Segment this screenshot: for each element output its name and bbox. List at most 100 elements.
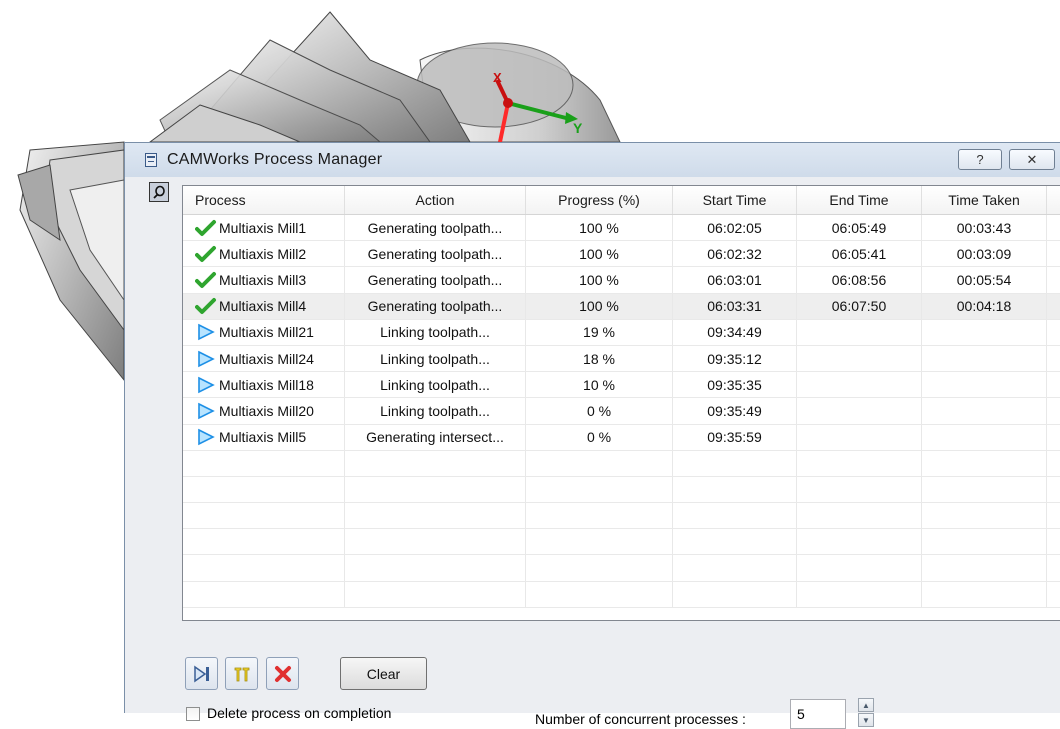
cell-filler (1047, 320, 1060, 345)
cell-progress: 18 % (526, 345, 673, 372)
empty-cell (183, 529, 345, 555)
concurrent-processes-label: Number of concurrent processes : (535, 711, 746, 727)
empty-row (183, 555, 1060, 582)
process-name: Multiaxis Mill3 (219, 271, 307, 288)
check-icon (195, 271, 216, 288)
cell-filler (1047, 215, 1060, 240)
cell-end-time (797, 398, 922, 424)
chevron-up-icon: ▲ (862, 700, 870, 710)
empty-cell (673, 450, 797, 476)
empty-cell (1047, 582, 1060, 607)
cell-start-time: 06:03:31 (673, 293, 797, 319)
cell-time-taken (922, 398, 1047, 424)
cell-progress: 10 % (526, 372, 673, 398)
clear-button[interactable]: Clear (340, 657, 427, 690)
title-bar[interactable]: CAMWorks Process Manager ? ✕ (125, 143, 1060, 177)
concurrent-processes-input[interactable] (790, 699, 846, 729)
close-button[interactable]: ✕ (1009, 149, 1055, 170)
table-row[interactable]: Multiaxis Mill5 Generating intersect... 0 … (183, 424, 1060, 451)
cell-progress: 0 % (526, 424, 673, 450)
cell-progress: 19 % (526, 319, 673, 345)
column-header-end-time[interactable]: End Time (797, 186, 922, 214)
table-row[interactable]: Multiaxis Mill1 Generating toolpath... 100… (183, 215, 1060, 242)
check-icon (195, 298, 216, 315)
table-row[interactable]: Multiaxis Mill2 Generating toolpath... 100… (183, 241, 1060, 268)
column-header-start-time[interactable]: Start Time (673, 186, 797, 214)
delete-on-completion-checkbox[interactable] (186, 707, 200, 721)
empty-cell (673, 555, 797, 581)
process-name: Multiaxis Mill18 (219, 376, 314, 393)
running-play-icon (198, 324, 215, 341)
column-header-process[interactable]: Process (183, 186, 345, 214)
cell-filler (1047, 241, 1060, 266)
empty-cell (526, 476, 673, 503)
cell-end-time (797, 345, 922, 372)
cell-start-time: 09:35:49 (673, 398, 797, 424)
empty-cell (922, 555, 1047, 581)
table-row[interactable]: Multiaxis Mill24 Linking toolpath... 18 % 0… (183, 345, 1060, 373)
column-header-filler (1047, 186, 1060, 214)
running-play-icon (198, 350, 215, 367)
app-window-icon[interactable] (145, 153, 157, 167)
empty-cell (922, 476, 1047, 503)
empty-cell (673, 581, 797, 607)
cell-filler (1047, 294, 1060, 319)
cell-process: Multiaxis Mill3 (183, 267, 345, 293)
empty-row (183, 450, 1060, 477)
cell-action: Linking toolpath... (345, 398, 526, 424)
empty-cell (797, 581, 922, 607)
pause-icon (234, 667, 249, 681)
stop-icon (274, 665, 291, 682)
spin-down-button[interactable]: ▼ (858, 713, 874, 727)
empty-cell (526, 529, 673, 555)
empty-cell (526, 503, 673, 529)
stop-button[interactable] (266, 657, 299, 690)
dialog-client-area: Process Action Progress (%) Start Time E… (125, 177, 1060, 729)
axis-label-y: Y (573, 120, 583, 136)
table-row[interactable]: Multiaxis Mill3 Generating toolpath... 100… (183, 267, 1060, 294)
empty-cell (922, 450, 1047, 476)
process-name: Multiaxis Mill1 (219, 219, 307, 236)
cell-time-taken (922, 372, 1047, 398)
cell-process: Multiaxis Mill24 (183, 345, 345, 372)
spin-up-button[interactable]: ▲ (858, 698, 874, 712)
chevron-down-icon: ▼ (862, 715, 870, 725)
process-list[interactable]: Process Action Progress (%) Start Time E… (182, 185, 1060, 621)
empty-cell (797, 529, 922, 555)
pin-button[interactable] (149, 182, 169, 202)
running-play-icon (198, 402, 215, 420)
cell-time-taken: 00:04:18 (922, 293, 1047, 319)
cell-filler (1047, 267, 1060, 292)
empty-cell (797, 476, 922, 503)
cell-progress: 100 % (526, 241, 673, 267)
cell-end-time: 06:08:56 (797, 267, 922, 293)
table-row[interactable]: Multiaxis Mill21 Linking toolpath... 19 % 0… (183, 319, 1060, 346)
column-header-progress[interactable]: Progress (%) (526, 186, 673, 214)
cell-time-taken: 00:03:09 (922, 241, 1047, 267)
table-row[interactable]: Multiaxis Mill20 Linking toolpath... 0 % 09… (183, 398, 1060, 425)
pause-button[interactable] (225, 657, 258, 690)
column-header-time-taken[interactable]: Time Taken (922, 186, 1047, 214)
table-row[interactable]: Multiaxis Mill4 Generating toolpath... 100… (183, 293, 1060, 320)
help-button[interactable]: ? (958, 149, 1002, 170)
empty-cell (345, 450, 526, 476)
cell-start-time: 06:02:32 (673, 241, 797, 267)
cell-process: Multiaxis Mill1 (183, 215, 345, 241)
resume-button[interactable] (185, 657, 218, 690)
delete-on-completion-label[interactable]: Delete process on completion (207, 705, 391, 721)
process-name: Multiaxis Mill5 (219, 429, 307, 446)
pin-icon (153, 185, 165, 199)
cell-time-taken: 00:05:54 (922, 267, 1047, 293)
process-name: Multiaxis Mill4 (219, 298, 307, 315)
cell-time-taken (922, 345, 1047, 372)
table-row[interactable]: Multiaxis Mill18 Linking toolpath... 10 % 0… (183, 372, 1060, 399)
empty-cell (526, 450, 673, 476)
cell-start-time: 06:02:05 (673, 215, 797, 241)
cell-time-taken: 00:03:43 (922, 215, 1047, 241)
cell-action: Generating toolpath... (345, 215, 526, 241)
column-header-action[interactable]: Action (345, 186, 526, 214)
cell-end-time (797, 319, 922, 345)
cell-action: Linking toolpath... (345, 345, 526, 372)
check-icon (195, 245, 216, 262)
process-name: Multiaxis Mill20 (219, 402, 314, 419)
